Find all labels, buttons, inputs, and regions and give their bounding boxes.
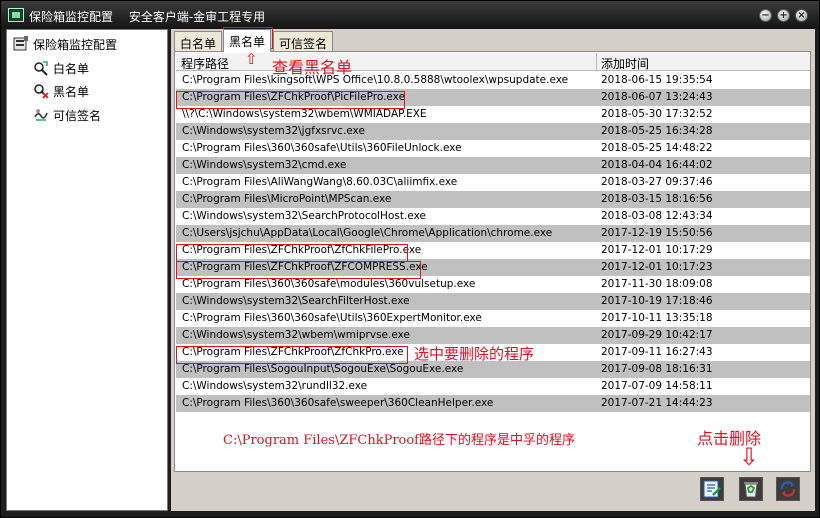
maximize-icon[interactable]: + [777, 9, 790, 22]
table-row[interactable]: C:\Program Files\ZFChkProof\PicFilePro.e… [176, 89, 810, 106]
added-time-cell: 2017-07-21 14:44:23 [601, 397, 713, 409]
tab-blacklist[interactable]: 黑名单 [223, 29, 272, 52]
table-row[interactable]: C:\Program Files\360\360safe\Utils\360Fi… [176, 140, 810, 157]
added-time-cell: 2017-12-01 10:17:29 [601, 244, 713, 256]
added-time-cell: 2018-06-15 19:35:54 [601, 74, 713, 86]
tree-item-label: 可信签名 [53, 108, 102, 123]
table-row[interactable]: \\?\C:\Windows\system32\wbem\WMIADAP.EXE… [176, 106, 810, 123]
added-time-cell: 2018-05-25 14:48:22 [601, 142, 713, 154]
program-path-cell: C:\Program Files\360\360safe\Utils\360Ex… [182, 312, 482, 324]
tree-item-trusted-signature[interactable]: 可信签名 [33, 105, 101, 125]
added-time-cell: 2018-03-27 09:37:46 [601, 176, 713, 188]
edit-button[interactable] [700, 477, 724, 501]
program-path-cell: C:\Windows\system32\SearchFilterHost.exe [182, 295, 410, 307]
annotation-vendor-note: C:\Program Files\ZFChkProof路径下的程序是中孚的程序 [223, 433, 575, 448]
table-row[interactable]: C:\Windows\system32\rundll32.exe 2017-07-… [176, 378, 810, 395]
app-icon [8, 8, 24, 22]
table-row[interactable]: C:\Windows\system32\SearchProtocolHost.e… [176, 208, 810, 225]
added-time-cell: 2017-09-11 16:27:43 [601, 346, 713, 358]
window-subtitle-text: 安全客户端-金审工程专用 [128, 10, 266, 24]
table-row[interactable]: C:\Program Files\AliWangWang\8.60.03C\al… [176, 174, 810, 191]
table-row[interactable]: C:\Program Files\ZFChkProof\ZfChkFilePro… [176, 242, 810, 259]
program-path-cell: C:\Windows\system32\rundll32.exe [182, 380, 368, 392]
tree-item-label: 黑名单 [53, 84, 90, 99]
tree-item-blacklist[interactable]: 黑名单 [33, 81, 89, 101]
program-path-cell: C:\Program Files\ZFChkProof\ZfChkFilePro… [182, 244, 422, 256]
annotation-view-blacklist: 查看黑名单 [272, 58, 353, 77]
added-time-cell: 2018-04-04 16:44:02 [601, 159, 713, 171]
added-time-cell: 2018-03-15 18:16:56 [601, 193, 713, 205]
tree-root[interactable]: 保险箱监控配置 [13, 34, 117, 54]
window-title: 保险箱监控配置 安全客户端-金审工程专用 [29, 8, 277, 25]
table-row[interactable]: C:\Program Files\MicroPoint\MPScan.exe 20… [176, 191, 810, 208]
column-header-time[interactable]: 添加时间 [601, 55, 649, 72]
added-time-cell: 2018-05-25 16:34:28 [601, 125, 713, 137]
close-icon[interactable]: × [795, 9, 808, 22]
program-path-cell: C:\Program Files\kingsoft\WPS Office\10.… [182, 74, 569, 86]
program-path-cell: C:\Windows\system32\cmd.exe [182, 159, 347, 171]
tab-whitelist[interactable]: 白名单 [174, 31, 223, 51]
table-row[interactable]: C:\Program Files\ZFChkProof\ZFCOMPRESS.e… [176, 259, 810, 276]
annotation-arrow-up: ⇧ [245, 50, 258, 68]
program-path-cell: C:\Program Files\ZFChkProof\PicFilePro.e… [182, 91, 406, 103]
added-time-cell: 2017-12-19 15:50:56 [601, 227, 713, 239]
config-root-icon [13, 36, 29, 52]
minimize-icon[interactable]: − [759, 9, 772, 22]
annotation-arrow-down: ⇩ [739, 443, 760, 471]
added-time-cell: 2017-07-09 14:58:11 [601, 380, 713, 392]
program-path-cell: \\?\C:\Windows\system32\wbem\WMIADAP.EXE [182, 108, 427, 120]
added-time-cell: 2017-10-11 13:35:18 [601, 312, 713, 324]
table-row[interactable]: C:\Program Files\360\360safe\Utils\360Ex… [176, 310, 810, 327]
tab-trusted-signature[interactable]: 可信签名 [273, 31, 334, 51]
recycle-delete-icon [744, 482, 758, 498]
program-path-cell: C:\Program Files\MicroPoint\MPScan.exe [182, 193, 392, 205]
tree-root-label: 保险箱监控配置 [33, 37, 118, 52]
program-path-cell: C:\Windows\system32\SearchProtocolHost.e… [182, 210, 426, 222]
app-window: 保险箱监控配置 安全客户端-金审工程专用 − + × 保险箱监控配置 白名单 黑… [0, 0, 820, 518]
added-time-cell: 2017-12-01 10:17:23 [601, 261, 713, 273]
refresh-button[interactable] [776, 477, 800, 501]
tree-item-whitelist[interactable]: 白名单 [33, 58, 89, 78]
table-row[interactable]: C:\Users\jsjchu\AppData\Local\Google\Chr… [176, 225, 810, 242]
added-time-cell: 2017-11-30 18:09:08 [601, 278, 713, 290]
added-time-cell: 2017-09-29 10:42:17 [601, 329, 713, 341]
table-row[interactable]: C:\Windows\system32\cmd.exe 2018-04-04 16… [176, 157, 810, 174]
blacklist-icon [33, 83, 49, 99]
table-row[interactable]: C:\Windows\system32\wbem\wmiprvse.exe 201… [176, 327, 810, 344]
column-divider[interactable] [596, 53, 597, 71]
program-path-cell: C:\Program Files\SogouInput\SogouExe\Sog… [182, 363, 464, 375]
program-path-cell: C:\Windows\system32\jgfxsrvc.exe [182, 125, 365, 137]
window-title-text: 保险箱监控配置 [29, 10, 114, 24]
program-path-cell: C:\Users\jsjchu\AppData\Local\Google\Chr… [182, 227, 553, 239]
program-path-cell: C:\Program Files\360\360safe\Utils\360Fi… [182, 142, 462, 154]
table-row[interactable]: C:\Program Files\360\360safe\modules\360… [176, 276, 810, 293]
edit-icon [703, 480, 721, 498]
blacklist-table: 程序路径 添加时间 C:\Program Files\kingsoft\WPS … [174, 51, 811, 472]
added-time-cell: 2018-03-08 12:43:34 [601, 210, 713, 222]
table-row[interactable]: C:\Windows\system32\SearchFilterHost.exe… [176, 293, 810, 310]
program-path-cell: C:\Program Files\ZFChkProof\ZFCOMPRESS.e… [182, 261, 428, 273]
program-path-cell: C:\Program Files\360\360safe\modules\360… [182, 278, 476, 290]
added-time-cell: 2018-05-30 17:32:52 [601, 108, 713, 120]
title-bar: 保险箱监控配置 安全客户端-金审工程专用 − + × [1, 1, 819, 29]
annotation-select-program: 选中要删除的程序 [414, 345, 535, 363]
program-path-cell: C:\Program Files\ZFChkProof\ZfChkPro.exe [182, 346, 404, 358]
column-header-path[interactable]: 程序路径 [181, 55, 229, 72]
program-path-cell: C:\Program Files\AliWangWang\8.60.03C\al… [182, 176, 458, 188]
config-tree: 保险箱监控配置 白名单 黑名单 可信签名 [6, 29, 168, 511]
added-time-cell: 2018-06-07 13:24:43 [601, 91, 713, 103]
refresh-icon [780, 481, 796, 497]
program-path-cell: C:\Windows\system32\wbem\wmiprvse.exe [182, 329, 410, 341]
trusted-signature-icon [33, 107, 49, 123]
program-path-cell: C:\Program Files\360\360safe\sweeper\360… [182, 397, 494, 409]
table-row[interactable]: C:\Windows\system32\jgfxsrvc.exe 2018-05-… [176, 123, 810, 140]
table-row[interactable]: C:\Program Files\360\360safe\sweeper\360… [176, 395, 810, 412]
tree-item-label: 白名单 [53, 61, 90, 76]
added-time-cell: 2017-10-19 17:18:46 [601, 295, 713, 307]
added-time-cell: 2017-09-08 18:16:31 [601, 363, 713, 375]
whitelist-icon [33, 60, 49, 76]
delete-button[interactable] [739, 477, 763, 501]
